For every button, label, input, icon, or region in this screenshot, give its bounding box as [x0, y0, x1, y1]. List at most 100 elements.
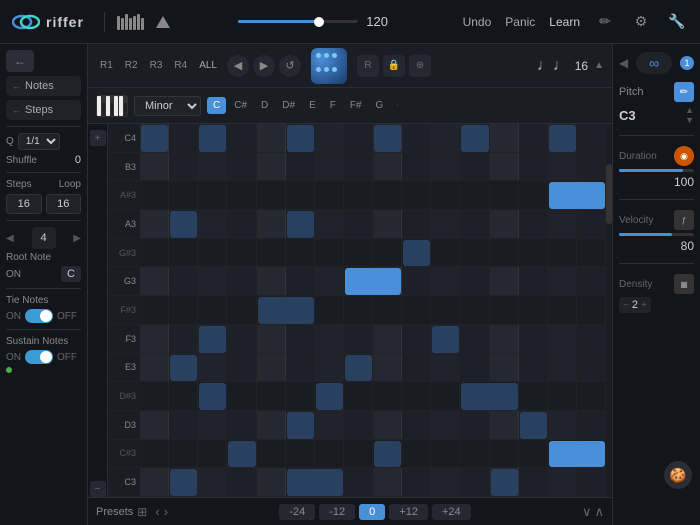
- grid-cell[interactable]: [548, 210, 577, 238]
- pitch-down-btn[interactable]: ▼: [685, 116, 694, 125]
- grid-cell[interactable]: [198, 354, 227, 382]
- reel-r1[interactable]: R1: [96, 58, 117, 73]
- grid-cell[interactable]: [315, 440, 344, 468]
- grid-cell[interactable]: [169, 354, 198, 382]
- grid-cell[interactable]: [169, 124, 198, 152]
- grid-cell[interactable]: [169, 411, 198, 439]
- grid-cell[interactable]: [140, 382, 169, 410]
- grid-cell[interactable]: [198, 440, 227, 468]
- grid-cell[interactable]: [519, 411, 548, 439]
- grid-cell[interactable]: [286, 296, 315, 324]
- grid-cell[interactable]: [227, 382, 256, 410]
- grid-cell[interactable]: [490, 239, 519, 267]
- grid-cell[interactable]: [373, 181, 402, 209]
- grid-cell[interactable]: [169, 181, 198, 209]
- duration-slider[interactable]: [619, 169, 694, 172]
- velocity-icon[interactable]: ƒ: [674, 210, 694, 230]
- grid-cell[interactable]: [286, 124, 315, 152]
- grid-cell[interactable]: [315, 210, 344, 238]
- grid-cell[interactable]: [198, 382, 227, 410]
- grid-cell[interactable]: [431, 239, 460, 267]
- grid-cell[interactable]: [402, 181, 431, 209]
- grid-cell[interactable]: [286, 181, 315, 209]
- grid-cell[interactable]: [140, 296, 169, 324]
- grid-cell[interactable]: [315, 239, 344, 267]
- grid-cell[interactable]: [460, 210, 489, 238]
- grid-cell[interactable]: [577, 267, 606, 295]
- grid-cell[interactable]: [373, 267, 402, 295]
- grid-cell[interactable]: [140, 153, 169, 181]
- grid-cell[interactable]: [373, 124, 402, 152]
- grid-cell[interactable]: [257, 153, 286, 181]
- key-btn-csharp[interactable]: C#: [228, 97, 253, 114]
- grid-cell[interactable]: [198, 210, 227, 238]
- grid-cell[interactable]: [373, 411, 402, 439]
- key-btn-dsharp[interactable]: D#: [276, 97, 301, 114]
- grid-cell[interactable]: [460, 411, 489, 439]
- grid-cell[interactable]: [548, 354, 577, 382]
- grid-cell[interactable]: [344, 354, 373, 382]
- grid-cell[interactable]: [490, 440, 519, 468]
- grid-cell[interactable]: [198, 411, 227, 439]
- grid-cell[interactable]: [140, 411, 169, 439]
- grid-cell[interactable]: [402, 325, 431, 353]
- grid-cell[interactable]: [286, 440, 315, 468]
- grid-cell[interactable]: [344, 296, 373, 324]
- offset-btn-0[interactable]: 0: [359, 504, 385, 520]
- grid-cell[interactable]: [431, 296, 460, 324]
- grid-cell[interactable]: [402, 440, 431, 468]
- grid-cell[interactable]: [140, 354, 169, 382]
- grid-cell[interactable]: [198, 181, 227, 209]
- grid-cell[interactable]: [286, 267, 315, 295]
- prev-preset-arrow[interactable]: ‹: [155, 504, 159, 519]
- grid-cell[interactable]: [344, 153, 373, 181]
- chevron-down-icon[interactable]: ∨: [582, 504, 592, 520]
- notes-tab[interactable]: ← Notes: [6, 76, 81, 96]
- key-btn-e[interactable]: E: [303, 97, 322, 114]
- grid-cell[interactable]: [577, 468, 606, 496]
- grid-cell[interactable]: [577, 411, 606, 439]
- offset-btn-plus12[interactable]: +12: [389, 504, 428, 520]
- scale-select[interactable]: Minor Major Dorian: [134, 96, 201, 116]
- grid-cell[interactable]: [169, 153, 198, 181]
- loop-input[interactable]: 16: [46, 194, 82, 214]
- grid-cell[interactable]: [373, 440, 402, 468]
- grid-cell[interactable]: [490, 181, 519, 209]
- grid-cell[interactable]: [227, 239, 256, 267]
- grid-cell[interactable]: [315, 181, 344, 209]
- grid-cell[interactable]: [431, 440, 460, 468]
- grid-cell[interactable]: [431, 153, 460, 181]
- grid-cell[interactable]: [460, 468, 489, 496]
- grid-cell[interactable]: [169, 468, 198, 496]
- grid-cell[interactable]: [373, 239, 402, 267]
- grid-cell[interactable]: [490, 153, 519, 181]
- grid-cell[interactable]: [344, 468, 373, 496]
- grid-cell[interactable]: [257, 468, 286, 496]
- tempo-slider[interactable]: [238, 20, 358, 23]
- grid-cell[interactable]: [257, 354, 286, 382]
- tie-notes-toggle[interactable]: [25, 309, 53, 323]
- grid-cell[interactable]: [198, 325, 227, 353]
- grid-cell[interactable]: [286, 210, 315, 238]
- grid-cell[interactable]: [577, 239, 606, 267]
- lock-btn-2[interactable]: 🔒: [383, 55, 405, 77]
- reel-r4[interactable]: R4: [170, 58, 191, 73]
- grid-cell[interactable]: [257, 296, 286, 324]
- key-btn-f[interactable]: F: [324, 97, 342, 114]
- grid-cell[interactable]: [257, 440, 286, 468]
- grid-cell[interactable]: [198, 153, 227, 181]
- grid-cell[interactable]: [373, 153, 402, 181]
- grid-cell[interactable]: [402, 354, 431, 382]
- grid-cell[interactable]: [286, 468, 315, 496]
- grid-cell[interactable]: [344, 124, 373, 152]
- grid-cell[interactable]: [227, 468, 256, 496]
- grid-cell[interactable]: [402, 468, 431, 496]
- grid-cell[interactable]: [227, 440, 256, 468]
- grid-cell[interactable]: [519, 210, 548, 238]
- grid-cell[interactable]: [431, 181, 460, 209]
- grid-cell[interactable]: [519, 181, 548, 209]
- next-button[interactable]: ▶: [253, 55, 275, 77]
- grid-cell[interactable]: [460, 181, 489, 209]
- reel-r2[interactable]: R2: [121, 58, 142, 73]
- grid-cell[interactable]: [344, 181, 373, 209]
